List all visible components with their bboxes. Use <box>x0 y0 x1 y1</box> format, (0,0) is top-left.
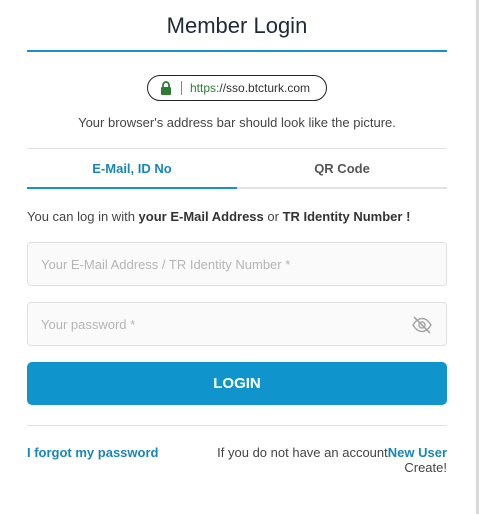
identity-field <box>27 242 447 286</box>
register-prompt: If you do not have an accountNew User Cr… <box>217 445 447 475</box>
login-button[interactable]: LOGIN <box>27 362 447 405</box>
tab-qr-code[interactable]: QR Code <box>237 149 447 189</box>
address-bar-example: https://sso.btcturk.com <box>147 75 327 101</box>
address-bar-hint: Your browser's address bar should look l… <box>78 115 396 130</box>
title-underline <box>27 50 447 52</box>
login-footer: I forgot my password If you do not have … <box>27 445 447 475</box>
login-info-or: or <box>263 209 283 224</box>
login-info-tr-id: TR Identity Number ! <box>282 209 411 224</box>
url-protocol: https: <box>190 81 220 95</box>
login-info-email: your E-Mail Address <box>138 209 264 224</box>
new-user-link[interactable]: New User <box>388 445 447 460</box>
address-bar-divider <box>181 81 182 95</box>
lock-icon <box>161 81 171 95</box>
login-panel: Member Login https://sso.btcturk.com You… <box>27 0 447 475</box>
login-instructions: You can log in with your E-Mail Address … <box>27 209 447 224</box>
create-text: Create! <box>404 460 447 475</box>
page-title: Member Login <box>166 13 308 38</box>
forgot-password-link[interactable]: I forgot my password <box>27 445 158 475</box>
login-info-prefix: You can log in with <box>27 209 139 224</box>
footer-divider <box>27 425 447 426</box>
eye-slash-icon[interactable] <box>411 315 433 335</box>
password-input[interactable] <box>28 303 446 345</box>
no-account-text: If you do not have an account <box>217 445 388 460</box>
password-field <box>27 302 447 346</box>
identity-input[interactable] <box>28 243 446 285</box>
url-host: //sso.btcturk.com <box>219 81 311 95</box>
tab-email-id[interactable]: E-Mail, ID No <box>27 149 237 189</box>
login-tabs: E-Mail, ID No QR Code <box>27 149 447 189</box>
